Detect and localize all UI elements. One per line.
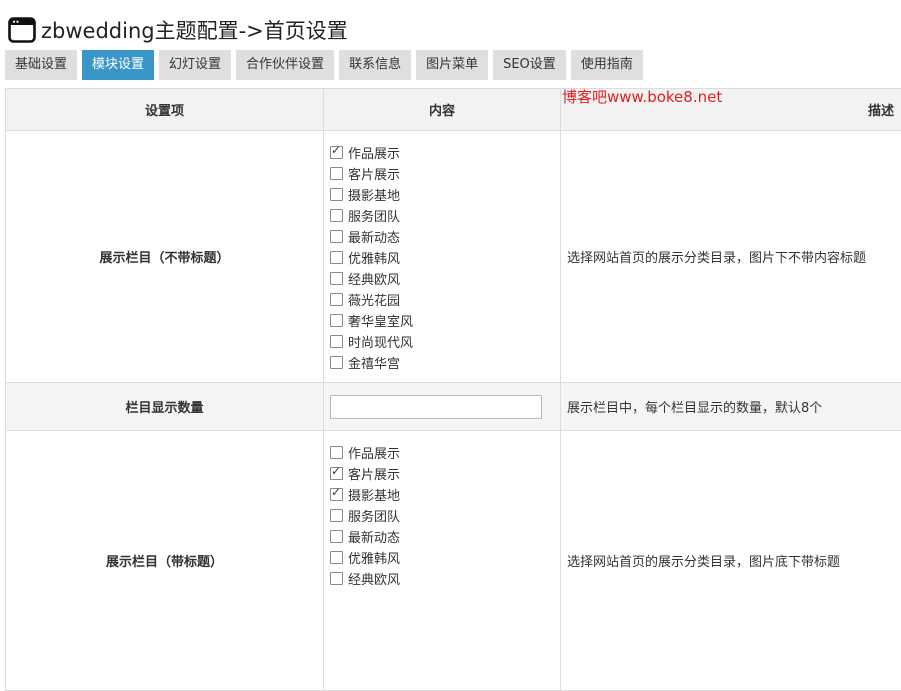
page-title: zbwedding主题配置->首页设置 <box>41 15 348 45</box>
title-bar: zbwedding主题配置->首页设置 <box>8 14 348 46</box>
checkbox[interactable] <box>330 335 343 348</box>
settings-table: 设置项 内容 描述 展示栏目（不带标题） 作品展示 客片展示 摄影基地 服务团队… <box>5 88 901 691</box>
tab-usage-guide[interactable]: 使用指南 <box>571 50 643 80</box>
checkbox-option[interactable]: 作品展示 <box>330 442 554 463</box>
setting-description: 选择网站首页的展示分类目录，图片底下带标题 <box>561 431 901 691</box>
tab-slideshow-settings[interactable]: 幻灯设置 <box>159 50 231 80</box>
checkbox[interactable] <box>330 488 343 501</box>
setting-description: 选择网站首页的展示分类目录，图片下不带内容标题 <box>561 131 901 383</box>
window-icon <box>8 17 36 43</box>
column-header-content: 内容 <box>324 89 561 131</box>
checkbox-label: 服务团队 <box>348 206 400 225</box>
checkbox[interactable] <box>330 188 343 201</box>
tab-image-menu[interactable]: 图片菜单 <box>416 50 488 80</box>
checkbox-option[interactable]: 薇光花园 <box>330 289 554 310</box>
column-count-input[interactable] <box>330 395 542 419</box>
checkbox-option[interactable]: 服务团队 <box>330 205 554 226</box>
tab-bar: 基础设置 模块设置 幻灯设置 合作伙伴设置 联系信息 图片菜单 SEO设置 使用… <box>5 50 648 80</box>
checkbox-option[interactable]: 最新动态 <box>330 526 554 547</box>
checkbox-label: 优雅韩风 <box>348 248 400 267</box>
watermark-text: 博客吧www.boke8.net <box>562 86 722 107</box>
checkbox[interactable] <box>330 293 343 306</box>
checkbox[interactable] <box>330 230 343 243</box>
checkbox[interactable] <box>330 572 343 585</box>
tab-seo-settings[interactable]: SEO设置 <box>493 50 566 80</box>
checkbox-option[interactable]: 摄影基地 <box>330 484 554 505</box>
checkbox-label: 摄影基地 <box>348 185 400 204</box>
checkbox-option[interactable]: 服务团队 <box>330 505 554 526</box>
tab-contact-info[interactable]: 联系信息 <box>339 50 411 80</box>
column-header-item: 设置项 <box>6 89 324 131</box>
checkbox-option[interactable]: 摄影基地 <box>330 184 554 205</box>
checkbox[interactable] <box>330 146 343 159</box>
checkbox[interactable] <box>330 314 343 327</box>
checkbox-label: 客片展示 <box>348 464 400 483</box>
checkbox-label: 时尚现代风 <box>348 332 413 351</box>
checkbox-label: 优雅韩风 <box>348 548 400 567</box>
setting-label: 展示栏目（带标题） <box>6 431 324 691</box>
checkbox-label: 摄影基地 <box>348 485 400 504</box>
checkbox-option[interactable]: 奢华皇室风 <box>330 310 554 331</box>
table-row: 栏目显示数量 展示栏目中，每个栏目显示的数量，默认8个 <box>6 383 901 431</box>
checkbox[interactable] <box>330 446 343 459</box>
checkbox[interactable] <box>330 467 343 480</box>
checkbox[interactable] <box>330 551 343 564</box>
tab-module-settings[interactable]: 模块设置 <box>82 50 154 80</box>
checkbox-option[interactable]: 优雅韩风 <box>330 247 554 268</box>
tab-partner-settings[interactable]: 合作伙伴设置 <box>236 50 334 80</box>
checkbox-label: 作品展示 <box>348 143 400 162</box>
checkbox-label: 经典欧风 <box>348 269 400 288</box>
checkbox-label: 作品展示 <box>348 443 400 462</box>
setting-label: 栏目显示数量 <box>6 383 324 431</box>
checkbox[interactable] <box>330 509 343 522</box>
checkbox-group: 作品展示 客片展示 摄影基地 服务团队 最新动态 优雅韩风 经典欧风 薇光花园 … <box>324 131 561 383</box>
checkbox-label: 最新动态 <box>348 227 400 246</box>
checkbox[interactable] <box>330 530 343 543</box>
checkbox-option[interactable]: 客片展示 <box>330 163 554 184</box>
checkbox-option[interactable]: 优雅韩风 <box>330 547 554 568</box>
table-header-row: 设置项 内容 描述 <box>6 89 901 131</box>
checkbox-option[interactable]: 经典欧风 <box>330 268 554 289</box>
checkbox-label: 客片展示 <box>348 164 400 183</box>
checkbox-option[interactable]: 最新动态 <box>330 226 554 247</box>
checkbox-option[interactable]: 作品展示 <box>330 142 554 163</box>
checkbox-option[interactable]: 金禧华宫 <box>330 352 554 373</box>
tab-basic-settings[interactable]: 基础设置 <box>5 50 77 80</box>
checkbox-label: 服务团队 <box>348 506 400 525</box>
checkbox[interactable] <box>330 167 343 180</box>
table-row: 展示栏目（不带标题） 作品展示 客片展示 摄影基地 服务团队 最新动态 优雅韩风… <box>6 131 901 383</box>
checkbox[interactable] <box>330 356 343 369</box>
setting-label: 展示栏目（不带标题） <box>6 131 324 383</box>
checkbox-option[interactable]: 客片展示 <box>330 463 554 484</box>
checkbox-option[interactable]: 时尚现代风 <box>330 331 554 352</box>
table-row: 展示栏目（带标题） 作品展示 客片展示 摄影基地 服务团队 最新动态 优雅韩风 … <box>6 431 901 691</box>
checkbox-group: 作品展示 客片展示 摄影基地 服务团队 最新动态 优雅韩风 经典欧风 <box>324 431 561 691</box>
checkbox-option[interactable]: 经典欧风 <box>330 568 554 589</box>
checkbox[interactable] <box>330 209 343 222</box>
checkbox-label: 金禧华宫 <box>348 353 400 372</box>
checkbox-label: 奢华皇室风 <box>348 311 413 330</box>
checkbox[interactable] <box>330 272 343 285</box>
checkbox-label: 最新动态 <box>348 527 400 546</box>
checkbox-label: 薇光花园 <box>348 290 400 309</box>
setting-description: 展示栏目中，每个栏目显示的数量，默认8个 <box>561 383 901 431</box>
input-cell <box>324 383 561 431</box>
checkbox-label: 经典欧风 <box>348 569 400 588</box>
checkbox[interactable] <box>330 251 343 264</box>
